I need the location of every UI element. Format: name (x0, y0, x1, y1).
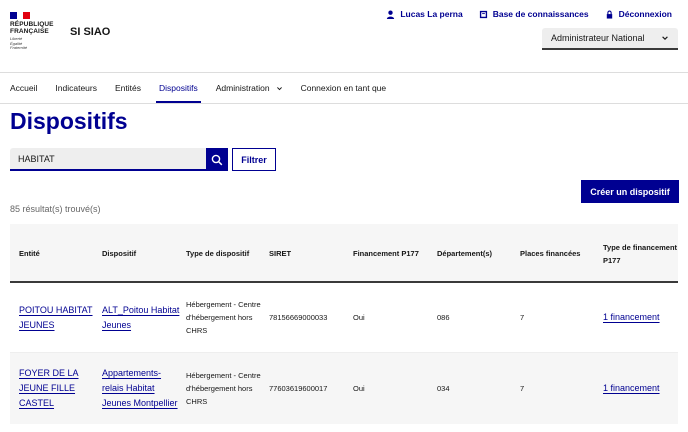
nav-label: Connexion en tant que (300, 83, 387, 93)
create-dispositif-button[interactable]: Créer un dispositif (581, 180, 679, 203)
financement-link[interactable]: 1 financement (603, 381, 660, 396)
nav-label: Administration (215, 83, 270, 93)
column-header-departement[interactable]: Département(s) (437, 224, 517, 283)
logout-label: Déconnexion (618, 9, 672, 19)
logo-line-2: FRANÇAISE (10, 28, 49, 35)
type-financement-cell: 1 financement (603, 353, 678, 424)
table-row: FOYER DE LA JEUNE FILLE CASTEL Apparteme… (10, 353, 678, 424)
dispositif-link[interactable]: Appartements-relais Habitat Jeunes Montp… (102, 366, 182, 411)
column-header-places[interactable]: Places financées (520, 224, 600, 283)
search-icon (211, 154, 223, 165)
motto: Liberté Égalité Fraternité (10, 36, 28, 51)
user-icon (387, 10, 395, 19)
type-financement-cell: 1 financement (603, 283, 678, 352)
nav-label: Indicateurs (55, 83, 97, 93)
chevron-down-icon (662, 36, 668, 40)
nav-item-dispositifs[interactable]: Dispositifs (156, 73, 207, 103)
filter-button[interactable]: Filtrer (232, 148, 276, 171)
column-header-type-financement[interactable]: Type de financement P177 (603, 224, 678, 283)
departement-cell: 034 (437, 384, 450, 393)
entity-link[interactable]: FOYER DE LA JEUNE FILLE CASTEL (19, 366, 99, 411)
nav-item-accueil[interactable]: Accueil (10, 73, 46, 103)
nav-item-administration[interactable]: Administration (216, 73, 292, 103)
dispositif-link[interactable]: ALT_Poitou Habitat Jeunes (102, 303, 182, 333)
siret-cell: 77603619600017 (269, 384, 328, 393)
entity-cell: FOYER DE LA JEUNE FILLE CASTEL (19, 353, 99, 424)
table-row: POITOU HABITAT JEUNES ALT_Poitou Habitat… (10, 283, 678, 353)
service-name[interactable]: SI SIAO (70, 26, 110, 38)
user-profile-link[interactable]: Lucas La perna (386, 9, 463, 19)
nav-item-entites[interactable]: Entités (115, 73, 150, 103)
type-cell: Hébergement - Centre d'hébergement hors … (186, 300, 261, 335)
header-tools: Lucas La perna Base de connaissances Déc… (386, 9, 672, 19)
places-cell: 7 (520, 313, 525, 322)
main-navigation: Accueil Indicateurs Entités Dispositifs … (0, 73, 688, 104)
type-cell: Hébergement - Centre d'hébergement hors … (186, 371, 261, 406)
republique-francaise-logo[interactable]: RÉPUBLIQUE FRANÇAISE (10, 21, 54, 35)
role-select-value: Administrateur National (551, 33, 645, 43)
column-header-type[interactable]: Type de dispositif (186, 224, 264, 283)
logout-link[interactable]: Déconnexion (605, 9, 672, 19)
entity-link[interactable]: POITOU HABITAT JEUNES (19, 303, 99, 333)
column-header-entite[interactable]: Entité (19, 224, 99, 283)
column-header-siret[interactable]: SIRET (269, 224, 349, 283)
knowledge-base-label: Base de connaissances (492, 9, 589, 19)
logo-line-1: RÉPUBLIQUE (10, 21, 54, 28)
column-header-dispositif[interactable]: Dispositif (102, 224, 182, 283)
dispositif-cell: ALT_Poitou Habitat Jeunes (102, 283, 182, 352)
financement-link[interactable]: 1 financement (603, 310, 660, 325)
marianne-flag-icon (10, 12, 31, 19)
book-icon (479, 10, 487, 18)
nav-label: Accueil (10, 83, 38, 93)
dispositif-cell: Appartements-relais Habitat Jeunes Montp… (102, 353, 182, 424)
nav-item-connexion-en-tant-que[interactable]: Connexion en tant que (301, 73, 396, 103)
column-header-financement[interactable]: Financement P177 (353, 224, 433, 283)
search-button[interactable] (206, 148, 228, 171)
header: RÉPUBLIQUE FRANÇAISE Liberté Égalité Fra… (0, 0, 688, 72)
siret-cell: 78156669000033 (269, 313, 328, 322)
knowledge-base-link[interactable]: Base de connaissances (479, 9, 589, 19)
departement-cell: 086 (437, 313, 450, 322)
page-title: Dispositifs (10, 108, 128, 134)
dispositifs-table: Entité Dispositif Type de dispositif SIR… (10, 224, 678, 424)
nav-item-indicateurs[interactable]: Indicateurs (55, 73, 106, 103)
lock-icon (606, 10, 612, 19)
user-name: Lucas La perna (400, 9, 463, 19)
chevron-down-icon (276, 86, 282, 90)
result-count: 85 résultat(s) trouvé(s) (10, 204, 101, 214)
nav-label: Entités (115, 83, 141, 93)
financement-cell: Oui (353, 313, 365, 322)
motto-line-3: Fraternité (10, 45, 28, 50)
financement-cell: Oui (353, 384, 365, 393)
nav-label: Dispositifs (159, 83, 198, 93)
role-select[interactable]: Administrateur National (542, 28, 678, 50)
places-cell: 7 (520, 384, 525, 393)
entity-cell: POITOU HABITAT JEUNES (19, 283, 99, 352)
search-input-value: HABITAT (18, 153, 55, 164)
search-input[interactable]: HABITAT (10, 148, 206, 171)
table-header: Entité Dispositif Type de dispositif SIR… (10, 224, 678, 283)
